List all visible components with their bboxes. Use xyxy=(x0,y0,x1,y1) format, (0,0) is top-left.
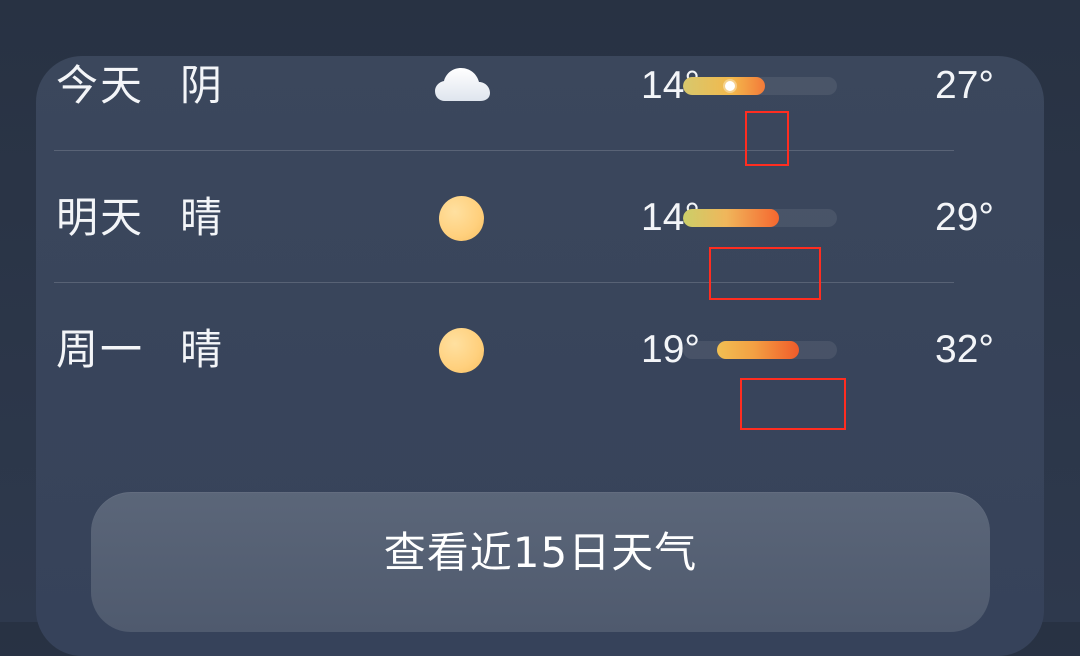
highlight-box xyxy=(740,378,846,430)
current-temperature-indicator xyxy=(725,81,735,91)
condition-label: 晴 xyxy=(180,193,223,242)
day-label: 今天 xyxy=(56,61,145,110)
day-label: 周一 xyxy=(56,325,145,374)
temperature-range-fill xyxy=(683,77,765,95)
condition-label: 阴 xyxy=(180,61,223,110)
view-15-day-weather-button[interactable]: 查看近15日天气 xyxy=(91,492,990,632)
high-temp: 27° xyxy=(935,64,994,107)
day-label: 明天 xyxy=(56,193,145,242)
forecast-row-today[interactable]: 今天 阴 14° 27° xyxy=(54,20,994,152)
condition-label: 晴 xyxy=(180,325,223,374)
temperature-range-track xyxy=(683,77,837,95)
temperature-range-fill xyxy=(717,341,799,359)
temperature-range-track xyxy=(683,341,837,359)
cloud-icon xyxy=(432,60,492,112)
temperature-range-track xyxy=(683,209,837,227)
sun-icon xyxy=(432,324,492,376)
highlight-box xyxy=(709,247,821,300)
high-temp: 29° xyxy=(935,196,994,239)
row-divider xyxy=(54,150,954,151)
view-15-day-weather-button-label: 查看近15日天气 xyxy=(383,528,698,577)
highlight-box xyxy=(745,111,789,166)
sun-icon xyxy=(432,192,492,244)
high-temp: 32° xyxy=(935,328,994,371)
temperature-range-fill xyxy=(683,209,779,227)
